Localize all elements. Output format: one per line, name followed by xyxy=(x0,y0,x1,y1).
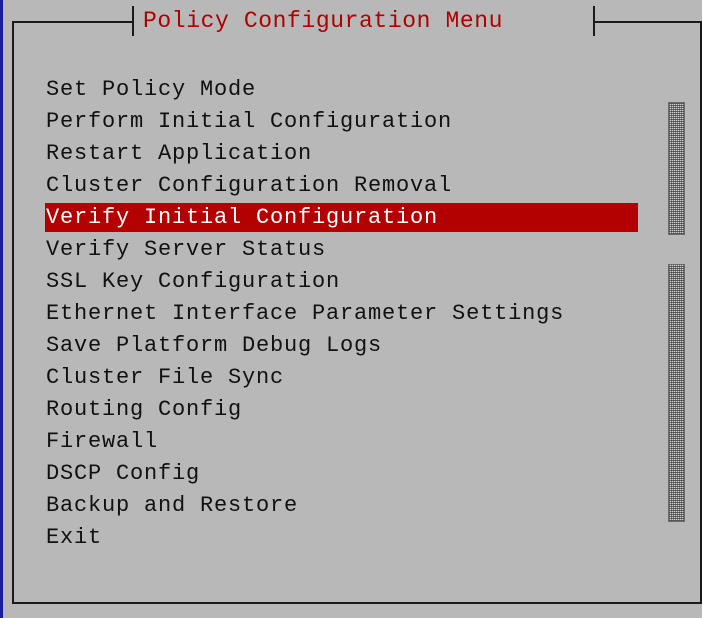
menu-item-cluster-configuration-removal[interactable]: Cluster Configuration Removal xyxy=(45,170,645,202)
menu-item-verify-initial-configuration[interactable]: Verify Initial Configuration xyxy=(45,203,638,232)
menu-item-set-policy-mode[interactable]: Set Policy Mode xyxy=(45,74,645,106)
menu-item-save-platform-debug-logs[interactable]: Save Platform Debug Logs xyxy=(45,330,645,362)
terminal-screen: Policy Configuration Menu Set Policy Mod… xyxy=(0,0,702,618)
menu-item-ssl-key-configuration[interactable]: SSL Key Configuration xyxy=(45,266,645,298)
menu-item-verify-server-status[interactable]: Verify Server Status xyxy=(45,234,645,266)
menu-item-exit[interactable]: Exit xyxy=(45,522,645,554)
menu-item-perform-initial-configuration[interactable]: Perform Initial Configuration xyxy=(45,106,645,138)
menu-item-routing-config[interactable]: Routing Config xyxy=(45,394,645,426)
scrollbar-upper-segment[interactable] xyxy=(668,102,685,235)
menu-item-restart-application[interactable]: Restart Application xyxy=(45,138,645,170)
scrollbar-lower-segment[interactable] xyxy=(668,264,685,522)
frame-top-left-border xyxy=(12,21,134,23)
menu-scrollbar[interactable] xyxy=(668,102,685,522)
menu-item-backup-and-restore[interactable]: Backup and Restore xyxy=(45,490,645,522)
menu-item-dscp-config[interactable]: DSCP Config xyxy=(45,458,645,490)
frame-top-right-border xyxy=(593,21,702,23)
menu-item-firewall[interactable]: Firewall xyxy=(45,426,645,458)
title-right-tee xyxy=(593,6,595,36)
dialog-title: Policy Configuration Menu xyxy=(143,8,504,34)
menu-item-ethernet-interface-parameter-settings[interactable]: Ethernet Interface Parameter Settings xyxy=(45,298,645,330)
title-left-tee xyxy=(132,6,134,36)
menu-item-cluster-file-sync[interactable]: Cluster File Sync xyxy=(45,362,645,394)
policy-menu-list: Set Policy Mode Perform Initial Configur… xyxy=(45,74,645,554)
